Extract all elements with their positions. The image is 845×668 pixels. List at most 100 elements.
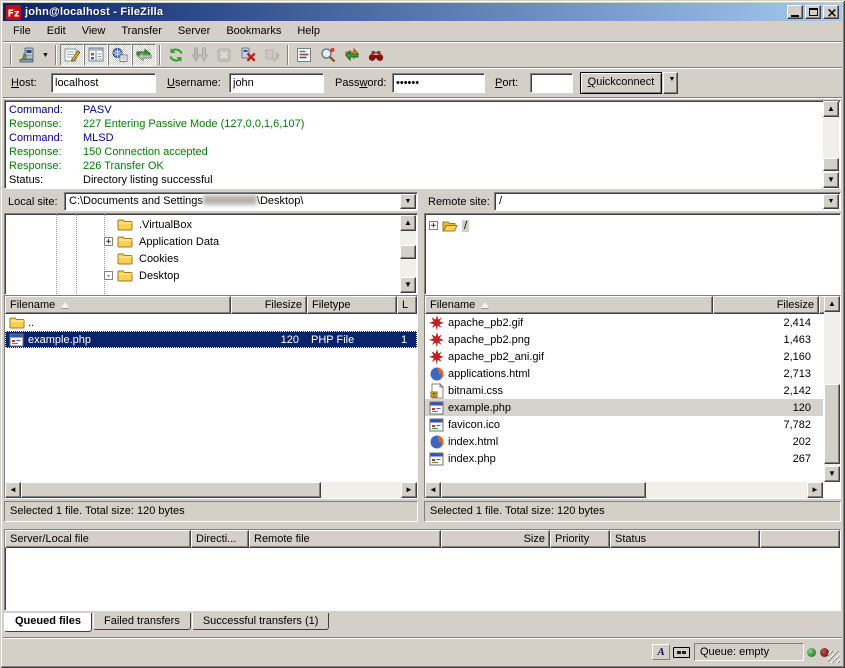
scroll-up-icon[interactable]	[824, 296, 840, 312]
tab-queued-files[interactable]: Queued files	[4, 613, 92, 632]
column-header-direction[interactable]: Directi...	[191, 530, 249, 548]
scroll-left-icon[interactable]	[5, 482, 21, 498]
menu-bookmarks[interactable]: Bookmarks	[218, 22, 289, 40]
refresh-button[interactable]	[164, 44, 188, 66]
file-row[interactable]: favicon.ico7,782	[425, 416, 823, 433]
menu-help[interactable]: Help	[289, 22, 328, 40]
file-row[interactable]: apache_pb2.png1,463	[425, 331, 823, 348]
message-log[interactable]: Command:PASV Response:227 Entering Passi…	[4, 100, 841, 189]
file-row[interactable]: index.php267	[425, 450, 823, 467]
tree-expander-icon[interactable]: +	[104, 237, 113, 246]
scroll-right-icon[interactable]	[401, 482, 417, 498]
local-site-combo[interactable]: C:\Documents and Settings\Desktop\	[64, 192, 418, 211]
file-row[interactable]: applications.html2,713	[425, 365, 823, 382]
port-input[interactable]	[530, 73, 573, 93]
scroll-thumb[interactable]	[21, 482, 321, 498]
scroll-thumb[interactable]	[824, 384, 840, 464]
password-input[interactable]	[392, 73, 485, 93]
tab-failed-transfers[interactable]: Failed transfers	[93, 613, 191, 630]
local-file-list[interactable]: Filename Filesize Filetype L .. example.…	[4, 295, 418, 499]
column-header-size[interactable]: Size	[441, 530, 550, 548]
remote-site-combo[interactable]: /	[494, 192, 841, 211]
local-tree-scrollbar[interactable]	[400, 215, 416, 293]
process-queue-button[interactable]	[188, 44, 212, 66]
tree-item-desktop[interactable]: - Desktop	[5, 267, 417, 284]
maximize-button[interactable]	[805, 5, 821, 19]
file-row[interactable]: bitnami.css2,142	[425, 382, 823, 399]
scroll-down-icon[interactable]	[824, 466, 840, 482]
disconnect-button[interactable]	[236, 44, 260, 66]
file-row[interactable]: apache_pb2_ani.gif2,160	[425, 348, 823, 365]
quickconnect-button[interactable]: Quickconnect	[580, 72, 662, 94]
firefox-html-icon	[429, 434, 445, 450]
site-manager-button[interactable]	[15, 44, 39, 66]
scroll-thumb[interactable]	[441, 482, 646, 498]
toggle-remote-treeview-button[interactable]	[108, 44, 132, 66]
scroll-up-icon[interactable]	[823, 101, 839, 117]
menu-view[interactable]: View	[74, 22, 114, 40]
column-header-priority[interactable]: Priority	[550, 530, 610, 548]
local-tree[interactable]: .VirtualBox + Application Data Cookies -…	[4, 213, 418, 295]
username-input[interactable]	[229, 73, 324, 93]
scroll-right-icon[interactable]	[807, 482, 823, 498]
directory-listing-filters-button[interactable]	[292, 44, 316, 66]
tree-item-cookies[interactable]: Cookies	[5, 250, 417, 267]
tree-expander-icon[interactable]: +	[429, 221, 438, 230]
toggle-transfer-queue-button[interactable]	[132, 44, 156, 66]
column-header-filesize[interactable]: Filesize	[713, 296, 819, 314]
local-list-hscrollbar[interactable]	[5, 482, 417, 498]
toggle-local-treeview-button[interactable]	[84, 44, 108, 66]
column-header-filename[interactable]: Filename	[5, 296, 231, 314]
tab-successful-transfers[interactable]: Successful transfers (1)	[192, 613, 330, 630]
transfer-queue[interactable]: Server/Local file Directi... Remote file…	[4, 529, 841, 611]
file-row-selected[interactable]: example.php 120 PHP File 1	[5, 331, 417, 348]
host-input[interactable]	[51, 73, 156, 93]
close-button[interactable]	[823, 5, 839, 19]
quickconnect-dropdown[interactable]	[663, 72, 678, 94]
scroll-left-icon[interactable]	[425, 482, 441, 498]
column-header-filetype[interactable]: Filetype	[307, 296, 397, 314]
tree-item-application-data[interactable]: + Application Data	[5, 233, 417, 250]
menu-server[interactable]: Server	[170, 22, 218, 40]
menu-edit[interactable]: Edit	[39, 22, 74, 40]
synchronized-browsing-button[interactable]	[340, 44, 364, 66]
column-header-status[interactable]: Status	[610, 530, 760, 548]
column-header-lastmodified[interactable]: L	[397, 296, 417, 314]
toggle-message-log-button[interactable]	[60, 44, 84, 66]
remote-file-list[interactable]: Filename Filesize apache_pb2.gif2,414 ap…	[424, 295, 841, 499]
find-files-button[interactable]	[364, 44, 388, 66]
reconnect-button[interactable]	[260, 44, 284, 66]
directory-comparison-button[interactable]	[316, 44, 340, 66]
minimize-button[interactable]	[787, 5, 803, 19]
column-header-filesize[interactable]: Filesize	[231, 296, 307, 314]
column-header-server-local-file[interactable]: Server/Local file	[5, 530, 191, 548]
site-manager-dropdown[interactable]	[39, 44, 52, 66]
remote-list-vscrollbar[interactable]	[824, 296, 840, 482]
scroll-thumb[interactable]	[400, 245, 416, 259]
column-header-remote-file[interactable]: Remote file	[249, 530, 441, 548]
title-bar[interactable]: john@localhost - FileZilla	[3, 3, 842, 21]
scroll-down-icon[interactable]	[400, 277, 416, 293]
column-header-filename[interactable]: Filename	[425, 296, 713, 314]
file-row[interactable]: index.html202	[425, 433, 823, 450]
cancel-operation-button[interactable]	[212, 44, 236, 66]
file-row[interactable]: apache_pb2.gif2,414	[425, 314, 823, 331]
tree-item-virtualbox[interactable]: .VirtualBox	[5, 216, 417, 233]
scroll-up-icon[interactable]	[400, 215, 416, 231]
log-scrollbar[interactable]	[823, 101, 839, 188]
file-row-selected[interactable]: example.php120	[425, 399, 823, 416]
menu-transfer[interactable]: Transfer	[113, 22, 170, 40]
tree-item-root[interactable]: + /	[425, 217, 840, 234]
scroll-down-icon[interactable]	[823, 172, 839, 188]
ascii-data-type-icon[interactable]	[652, 644, 670, 660]
remote-tree[interactable]: + /	[424, 213, 841, 295]
menu-file[interactable]: File	[5, 22, 39, 40]
file-row-updir[interactable]: ..	[5, 314, 417, 331]
remote-list-hscrollbar[interactable]	[425, 482, 823, 498]
tree-expander-icon[interactable]: -	[104, 271, 113, 280]
scroll-thumb[interactable]	[823, 158, 839, 171]
speed-limits-icon[interactable]	[673, 647, 690, 658]
local-site-dropdown[interactable]	[400, 194, 416, 209]
resize-grip[interactable]	[828, 651, 840, 663]
remote-site-dropdown[interactable]	[823, 194, 839, 209]
